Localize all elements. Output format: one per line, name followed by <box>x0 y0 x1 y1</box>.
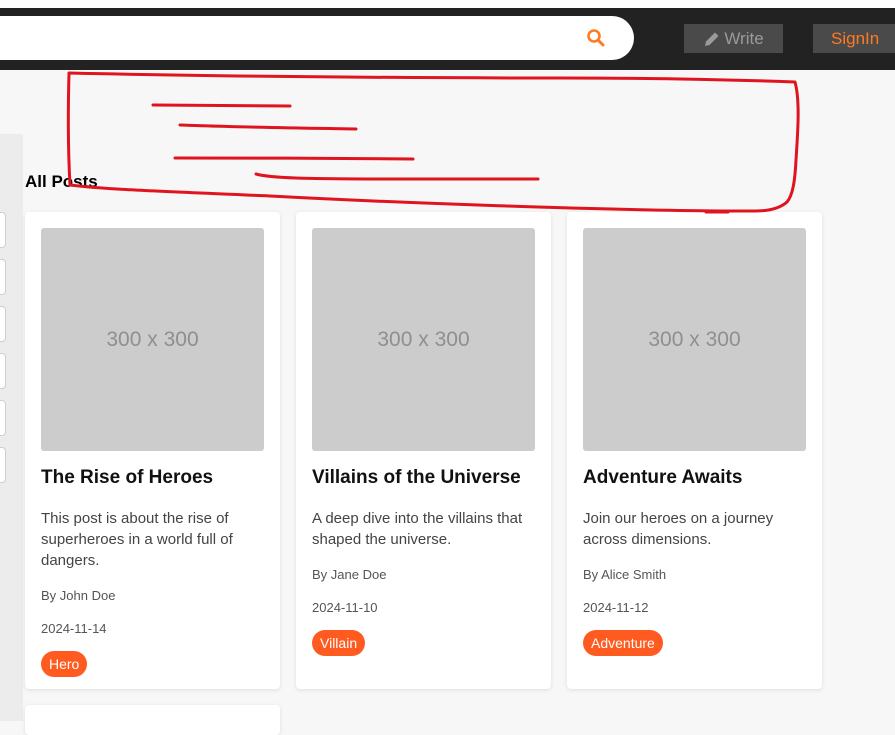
section-title: All Posts <box>25 172 98 191</box>
search-icon[interactable] <box>586 28 606 48</box>
sidebar-item[interactable] <box>0 353 6 389</box>
sidebar-item[interactable] <box>0 212 6 248</box>
post-image: 300 x 300 <box>312 228 535 451</box>
signin-button[interactable]: SignIn <box>813 24 895 53</box>
write-button[interactable]: Write <box>684 24 783 53</box>
post-image-text: 300 x 300 <box>648 327 741 351</box>
sidebar-item[interactable] <box>0 447 6 483</box>
search-input[interactable] <box>0 16 546 62</box>
post-tag-label: Hero <box>49 656 80 672</box>
post-card[interactable]: 300 x 300 Adventure Awaits Join our hero… <box>567 212 822 689</box>
sidebar-item[interactable] <box>0 259 6 295</box>
pencil-icon <box>705 32 719 46</box>
post-image-text: 300 x 300 <box>106 327 199 351</box>
post-image-text: 300 x 300 <box>377 327 470 351</box>
post-tag[interactable]: Adventure <box>583 630 663 656</box>
search-bar <box>0 16 634 62</box>
post-excerpt: A deep dive into the villains that shape… <box>312 510 523 548</box>
post-date: 2024-11-14 <box>41 621 107 636</box>
post-author: By Jane Doe <box>312 567 387 582</box>
signin-button-label: SignIn <box>831 28 880 48</box>
post-title[interactable]: Adventure Awaits <box>583 467 742 489</box>
sidebar-item[interactable] <box>0 306 6 342</box>
post-card[interactable] <box>25 705 280 735</box>
post-image: 300 x 300 <box>583 228 806 451</box>
post-title[interactable]: Villains of the Universe <box>312 467 521 489</box>
post-tag-label: Adventure <box>591 635 655 651</box>
post-excerpt: This post is about the rise of superhero… <box>41 510 233 569</box>
sidebar <box>0 134 23 721</box>
post-image: 300 x 300 <box>41 228 264 451</box>
post-tag-label: Villain <box>320 635 358 651</box>
post-date: 2024-11-12 <box>583 600 649 615</box>
post-card[interactable]: 300 x 300 The Rise of Heroes This post i… <box>25 212 280 689</box>
post-author: By John Doe <box>41 588 116 603</box>
post-tag[interactable]: Villain <box>312 630 366 656</box>
post-date: 2024-11-10 <box>312 600 378 615</box>
post-tag[interactable]: Hero <box>41 651 88 677</box>
post-title[interactable]: The Rise of Heroes <box>41 467 213 489</box>
post-author: By Alice Smith <box>583 567 667 582</box>
navbar: Write SignIn <box>0 8 895 70</box>
sidebar-item[interactable] <box>0 400 6 436</box>
post-excerpt: Join our heroes on a journey across dime… <box>583 510 774 548</box>
post-card[interactable]: 300 x 300 Villains of the Universe A dee… <box>296 212 551 689</box>
write-button-label: Write <box>724 28 764 48</box>
